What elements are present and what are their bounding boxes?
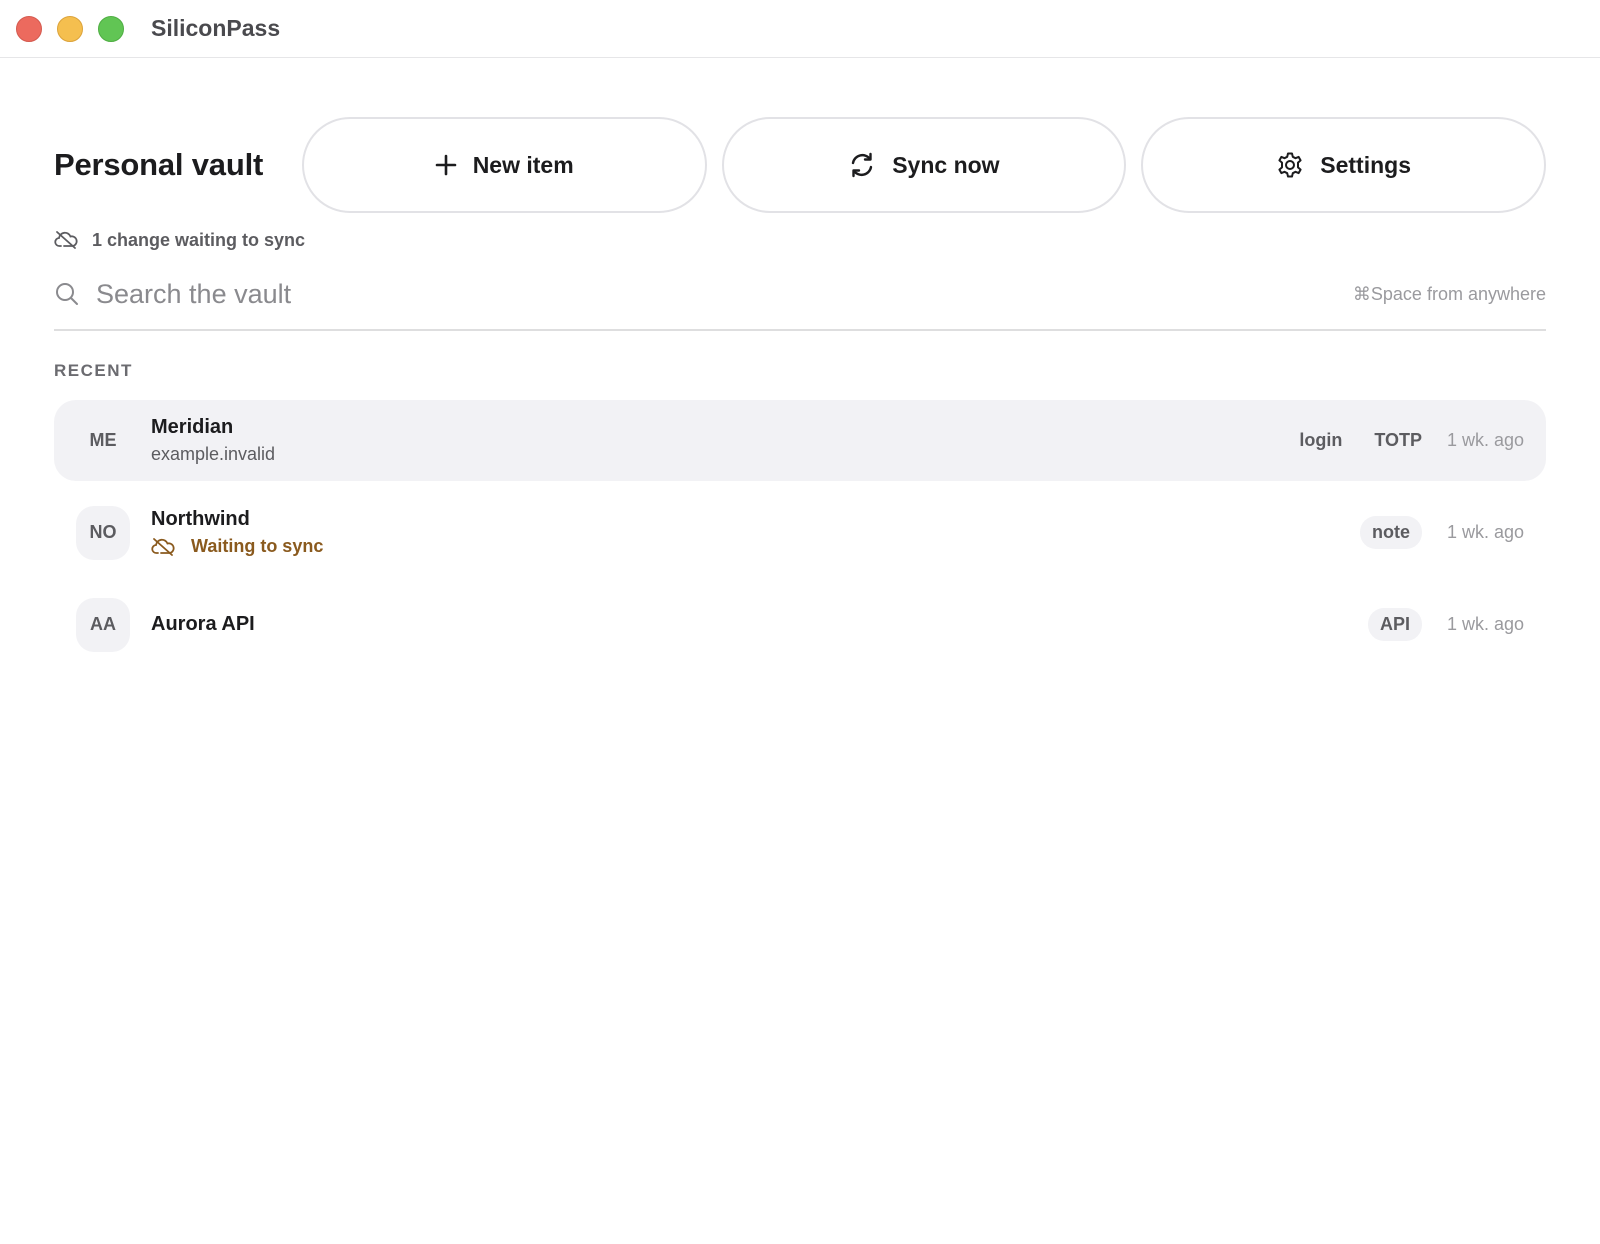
list-item[interactable]: NO Northwind Waiting to sync note 1 wk. … bbox=[54, 492, 1546, 573]
tag-badge: API bbox=[1367, 608, 1422, 641]
recent-list: ME Meridian example.invalid login TOTP 1… bbox=[54, 400, 1546, 665]
new-item-button[interactable]: New item bbox=[301, 117, 707, 213]
zoom-window-button[interactable] bbox=[98, 15, 124, 42]
item-name: Northwind bbox=[151, 508, 250, 530]
list-item-text: Northwind Waiting to sync bbox=[151, 508, 1328, 557]
item-timestamp: 1 wk. ago bbox=[1446, 430, 1524, 450]
search-shortcut-hint: ⌘Space from anywhere bbox=[1352, 283, 1546, 304]
page-title: Personal vault bbox=[54, 147, 264, 182]
new-item-label: New item bbox=[472, 151, 574, 178]
sync-status-text: 1 change waiting to sync bbox=[92, 229, 306, 250]
sync-now-button[interactable]: Sync now bbox=[721, 117, 1127, 213]
tag-badge: login bbox=[1299, 430, 1343, 450]
app-title: SiliconPass bbox=[151, 15, 281, 41]
vault-header: Personal vault New item Sync now Setting… bbox=[54, 117, 1546, 213]
search-icon bbox=[56, 283, 78, 305]
list-item-text: Meridian example.invalid bbox=[151, 416, 1267, 465]
tag-badge: note bbox=[1360, 516, 1422, 549]
list-item-text: Aurora API bbox=[151, 613, 1336, 636]
item-sync-status: Waiting to sync bbox=[151, 536, 1328, 557]
item-timestamp: 1 wk. ago bbox=[1446, 614, 1524, 634]
item-subtitle: Waiting to sync bbox=[191, 536, 324, 556]
plus-icon bbox=[435, 154, 456, 176]
search-bar: ⌘Space from anywhere bbox=[54, 259, 1546, 331]
sync-status: 1 change waiting to sync bbox=[54, 225, 1546, 255]
cloud-offline-icon bbox=[54, 231, 78, 249]
recent-section-label: RECENT bbox=[54, 361, 133, 380]
vault-main: Personal vault New item Sync now Setting… bbox=[0, 117, 1600, 665]
settings-button[interactable]: Settings bbox=[1141, 117, 1546, 213]
avatar: NO bbox=[76, 505, 130, 560]
close-window-button[interactable] bbox=[16, 15, 42, 42]
tag-badge: TOTP bbox=[1374, 430, 1422, 450]
list-item[interactable]: ME Meridian example.invalid login TOTP 1… bbox=[54, 400, 1546, 481]
item-tags: note bbox=[1328, 516, 1422, 549]
item-name: Meridian bbox=[151, 416, 234, 438]
sync-now-label: Sync now bbox=[892, 151, 1000, 178]
avatar: ME bbox=[89, 430, 117, 450]
gear-icon bbox=[1278, 152, 1302, 178]
item-tags: login TOTP bbox=[1267, 430, 1422, 451]
search-input[interactable] bbox=[96, 278, 1353, 310]
item-name: Aurora API bbox=[151, 613, 255, 635]
minimize-window-button[interactable] bbox=[57, 15, 83, 42]
settings-label: Settings bbox=[1320, 151, 1411, 178]
list-item[interactable]: AA Aurora API API 1 wk. ago bbox=[54, 584, 1546, 665]
item-subtitle: example.invalid bbox=[151, 444, 276, 464]
cloud-offline-icon bbox=[151, 537, 175, 556]
item-timestamp: 1 wk. ago bbox=[1446, 522, 1524, 542]
avatar: AA bbox=[76, 597, 130, 652]
item-tags: API bbox=[1336, 608, 1422, 641]
title-bar: SiliconPass bbox=[0, 0, 1600, 58]
sync-icon bbox=[852, 152, 873, 178]
